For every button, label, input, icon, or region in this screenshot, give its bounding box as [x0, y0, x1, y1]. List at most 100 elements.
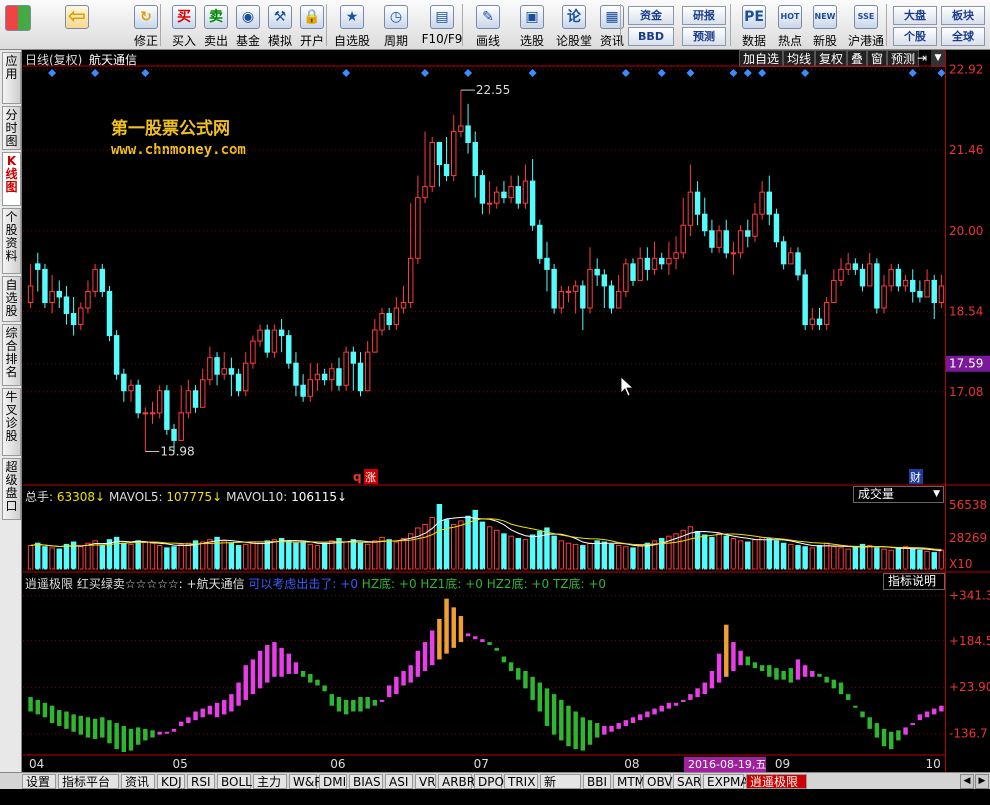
- bottom-tab-5[interactable]: BOLL: [217, 774, 252, 789]
- month-label: 06: [330, 757, 345, 771]
- scroll-right-icon[interactable]: ▶: [975, 774, 989, 789]
- toolbar-item-clock[interactable]: ◷ 周期: [378, 0, 414, 50]
- candle-down: [895, 268, 902, 287]
- volume-bar: [723, 535, 729, 570]
- toolbar-item-windows-logo[interactable]: [4, 0, 32, 50]
- yanbao-button[interactable]: 研报: [682, 6, 726, 25]
- toolbar-item-buy[interactable]: 买买入: [170, 0, 198, 50]
- bottom-tab-14[interactable]: TRIX: [504, 774, 538, 789]
- bottom-tab-19[interactable]: SAR: [673, 774, 701, 789]
- toolbar-item-monitor[interactable]: ▣ 选股: [514, 0, 550, 50]
- candle-down: [99, 268, 106, 292]
- yuce-button[interactable]: 预测: [682, 27, 726, 46]
- toolbar-label: 新股: [812, 34, 837, 48]
- candle-up: [142, 412, 149, 415]
- indicator-bar: [508, 662, 514, 671]
- volume-dropdown[interactable]: 成交量 ▼: [853, 486, 944, 503]
- kline-chart[interactable]: 22.5515.98q涨财04050607080910112016-08-19,…: [23, 50, 945, 772]
- bottom-tab-2[interactable]: 资讯: [121, 774, 155, 789]
- bottom-tab-9[interactable]: BIAS: [349, 774, 383, 789]
- sidebar-tab-7[interactable]: 超级盘口: [2, 458, 21, 520]
- dapan-button[interactable]: 大盘: [893, 6, 937, 25]
- toolbar-separator: [730, 4, 731, 46]
- bottom-tab-0[interactable]: 设置: [22, 774, 56, 789]
- bottom-tab-16[interactable]: BBI: [583, 774, 611, 789]
- volume-bar: [293, 542, 299, 570]
- candle-down: [164, 390, 170, 430]
- back-arrow-icon: ⇦: [65, 5, 89, 29]
- indicator-bar: [845, 694, 851, 700]
- volume-bar: [501, 533, 507, 570]
- indicator-bar: [322, 685, 327, 692]
- bottom-tab-20[interactable]: EXPMA: [703, 774, 749, 789]
- candle-up: [845, 263, 851, 270]
- zijin-button[interactable]: 资金: [628, 6, 674, 25]
- bottom-tab-6[interactable]: 主力: [253, 774, 287, 789]
- sidebar-tab-0[interactable]: 应用: [2, 52, 21, 104]
- bankuai-button[interactable]: 板块: [941, 6, 985, 25]
- indicator-explain-button[interactable]: 指标说明: [883, 573, 945, 590]
- toolbar-item-pe[interactable]: PE 数据: [736, 0, 772, 50]
- sidebar-tab-5[interactable]: 综合排名: [2, 324, 21, 386]
- sidebar-tab-4[interactable]: 自选股: [2, 276, 21, 322]
- sidebar-tab-1[interactable]: 分时图: [2, 106, 21, 150]
- candle-up: [128, 384, 134, 392]
- bottom-tab-7[interactable]: W&R: [289, 774, 323, 789]
- toolbar-item-hammer[interactable]: ⚒ 模拟: [266, 0, 294, 50]
- volume-bar: [178, 543, 184, 570]
- gegu-button[interactable]: 个股: [893, 27, 937, 46]
- toolbar-item-pencil[interactable]: ✎ 画线: [470, 0, 506, 50]
- toolbar-item-f10[interactable]: ▤ F10/F9: [420, 0, 464, 50]
- bottom-tab-3[interactable]: KDJ: [157, 774, 185, 789]
- volume-bar: [852, 546, 859, 570]
- indicator-bar: [480, 639, 485, 643]
- volume-bar: [357, 542, 364, 570]
- bottom-tab-17[interactable]: MTM: [613, 774, 645, 789]
- toolbar-item-fund[interactable]: ◉ 基金: [234, 0, 262, 50]
- bottom-tab-11[interactable]: VR: [415, 774, 436, 789]
- toolbar-item-hot[interactable]: HOT 热点: [776, 0, 804, 50]
- candle-up: [156, 390, 163, 414]
- volume-bar: [99, 545, 106, 570]
- toolbar-item-refresh[interactable]: ↻ 修正: [132, 0, 160, 50]
- indicator-bar: [516, 668, 521, 680]
- sidebar-tab-2[interactable]: K线图: [2, 152, 21, 206]
- bottom-tab-1[interactable]: 指标平台: [58, 774, 119, 789]
- toolbar-item-news[interactable]: ▦ 资讯: [598, 0, 626, 50]
- bottom-tab-4[interactable]: RSI: [187, 774, 215, 789]
- toolbar-item-forum[interactable]: 论论股堂: [556, 0, 592, 50]
- candle-up: [651, 257, 658, 270]
- bottom-tab-8[interactable]: DMI: [319, 774, 347, 789]
- bottom-tab-12[interactable]: ARBR: [438, 774, 475, 789]
- quanqiu-button[interactable]: 全球: [941, 27, 985, 46]
- candle-up: [307, 379, 314, 397]
- toolbar-separator: [326, 4, 327, 46]
- clock-icon: ◷: [384, 5, 408, 29]
- bottom-tab-21[interactable]: 逍遥极限: [746, 774, 807, 789]
- main-toolbar: ⇦ ↻ 修正买买入卖卖出 ◉ 基金 ⚒ 模拟 🔒 开户 ★ 自选股 ◷ 周期 ▤ F10/F9 ✎ 画线 ▣ 选股论…: [0, 0, 990, 50]
- toolbar-item-back-arrow[interactable]: ⇦: [60, 0, 94, 50]
- indicator-bar: [566, 705, 571, 747]
- volume-bar: [938, 549, 945, 570]
- indicator-bar: [143, 728, 148, 741]
- sidebar-tab-3[interactable]: 个股资料: [2, 208, 21, 274]
- bottom-tab-15[interactable]: 新DMA: [540, 774, 581, 804]
- indicator-bar: [853, 705, 858, 708]
- toolbar-item-star-folder[interactable]: ★ 自选股: [334, 0, 370, 50]
- sidebar-tab-6[interactable]: 牛叉诊股: [2, 388, 21, 456]
- candle-down: [443, 164, 450, 177]
- candle-up: [78, 307, 84, 326]
- toolbar-item-new-stock[interactable]: NEW 新股: [812, 0, 838, 50]
- indicator-bar: [150, 730, 155, 738]
- candle-down: [264, 329, 270, 353]
- toolbar-item-hk[interactable]: SSE 沪港通: [848, 0, 884, 50]
- toolbar-item-sell[interactable]: 卖卖出: [202, 0, 230, 50]
- indicator-bar: [422, 642, 428, 671]
- bbd-button[interactable]: BBD: [628, 27, 674, 46]
- bottom-tab-13[interactable]: DPO: [474, 774, 504, 789]
- bottom-tab-18[interactable]: OBV: [643, 774, 673, 789]
- toolbar-item-lock[interactable]: 🔒 开户: [298, 0, 326, 50]
- bottom-tab-10[interactable]: ASI: [385, 774, 413, 789]
- volume-bar: [443, 519, 450, 570]
- scroll-left-icon[interactable]: ◀: [960, 774, 974, 789]
